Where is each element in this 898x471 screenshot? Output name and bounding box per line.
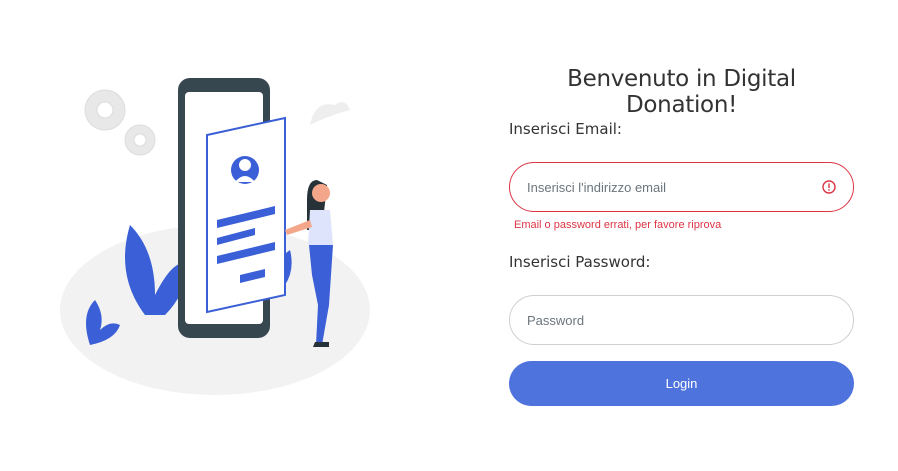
password-input[interactable] [527,312,836,328]
login-button[interactable]: Login [509,361,854,406]
email-field[interactable] [509,162,854,212]
page-title: Benvenuto in Digital Donation! [567,66,796,118]
profile-card [206,116,286,314]
cloud-icon [310,101,350,125]
login-error-message: Email o password errati, per favore ripr… [514,219,722,231]
email-input[interactable] [527,179,816,195]
password-label: Inserisci Password: [509,253,651,271]
password-field[interactable] [509,295,854,345]
gear-icon [84,89,156,156]
alert-circle-icon [822,180,836,194]
email-label: Inserisci Email: [509,120,622,138]
login-illustration [60,78,370,395]
